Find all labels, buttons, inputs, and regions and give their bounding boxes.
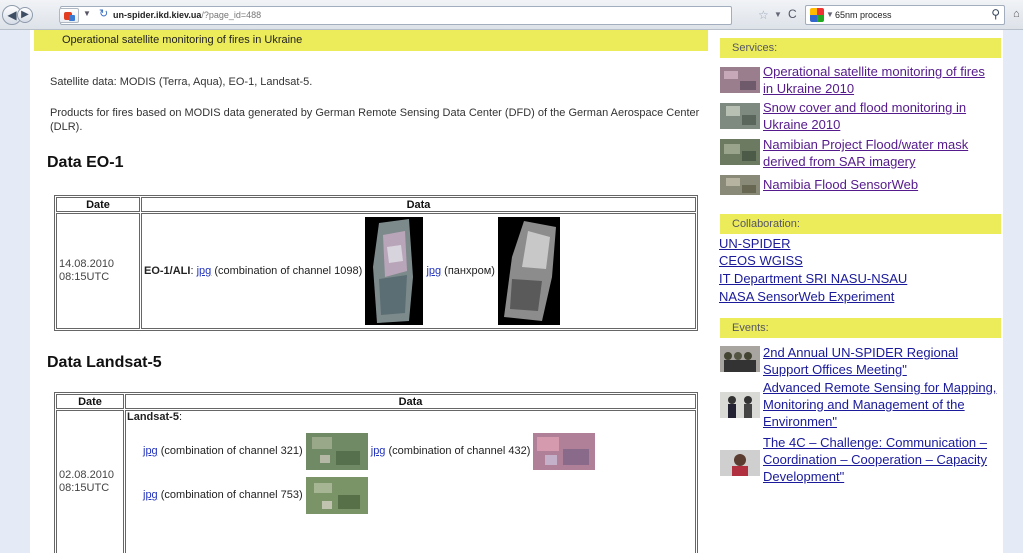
- search-input[interactable]: 65nm process: [835, 10, 892, 20]
- service-link-namibia-sar[interactable]: Namibian Project Flood/water mask derive…: [763, 136, 998, 170]
- event-remote-sensing-thumbnail[interactable]: [720, 392, 760, 418]
- event-link-4c-challenge[interactable]: The 4C – Challenge: Communication – Coor…: [763, 434, 1003, 485]
- time-value: 08:15UTC: [59, 482, 110, 494]
- search-engine-icon[interactable]: [810, 8, 824, 22]
- snow-thumbnail[interactable]: [720, 103, 760, 129]
- search-box[interactable]: ▼ 65nm process ⚲: [805, 5, 1005, 25]
- heading-eo1: Data EO-1: [47, 154, 124, 171]
- fires-thumbnail[interactable]: [720, 67, 760, 93]
- satellite-data-text: Satellite data: MODIS (Terra, Aqua), EO-…: [50, 76, 313, 88]
- site-identity-icon[interactable]: [59, 8, 79, 23]
- collab-link-unspider[interactable]: UN-SPIDER: [719, 235, 791, 252]
- channel-text: (combination of channel 753): [157, 489, 303, 501]
- collab-link-ceos[interactable]: CEOS WGISS: [719, 252, 803, 269]
- heading-landsat: Data Landsat-5: [47, 354, 162, 371]
- instrument-label: EO-1/ALI: [144, 264, 191, 277]
- products-text: Products for fires based on MODIS data g…: [50, 107, 700, 133]
- eo1-table: Date Data 14.08.2010 08:15UTC EO-1/ALI: …: [54, 195, 698, 331]
- url-host: un-spider.ikd.kiev.ua: [113, 10, 202, 20]
- browser-toolbar: ◀ ▶ ▼ ↻ un-spider.ikd.kiev.ua/?page_id=4…: [0, 0, 1023, 30]
- chevron-down-icon[interactable]: ▼: [774, 10, 782, 19]
- date-value: 02.08.2010: [59, 469, 115, 481]
- col-date-header: Date: [56, 197, 140, 212]
- col-data-header: Data: [141, 197, 696, 212]
- events-header: Events:: [720, 318, 1001, 338]
- redirect-icon: ↻: [99, 8, 109, 20]
- url-text[interactable]: un-spider.ikd.kiev.ua/?page_id=488: [113, 10, 261, 20]
- event-link-unspider-meeting[interactable]: 2nd Annual UN-SPIDER Regional Support Of…: [763, 344, 998, 378]
- services-header: Services:: [720, 38, 1001, 58]
- jpg-link[interactable]: jpg: [426, 265, 441, 277]
- service-link-namibia-flood[interactable]: Namibia Flood SensorWeb: [763, 176, 998, 193]
- date-value: 14.08.2010: [59, 258, 115, 270]
- landsat-753-image[interactable]: [305, 476, 368, 514]
- right-margin: [1003, 30, 1023, 553]
- reload-icon[interactable]: C: [788, 7, 797, 21]
- instrument-label: Landsat-5: [127, 411, 179, 423]
- event-meeting-thumbnail[interactable]: [720, 346, 760, 372]
- data-cell: EO-1/ALI: jpg (combination of channel 10…: [141, 213, 696, 329]
- col-data-header: Data: [125, 394, 696, 409]
- left-margin: [0, 30, 30, 553]
- address-bar[interactable]: ▼ ↻ un-spider.ikd.kiev.ua/?page_id=488: [59, 6, 732, 25]
- home-icon[interactable]: ⌂: [1013, 8, 1020, 20]
- channel-text: (combination of channel 321): [157, 445, 303, 457]
- eo1-color-image[interactable]: [365, 217, 424, 325]
- main-content: Operational satellite monitoring of fire…: [30, 30, 708, 553]
- jpg-link[interactable]: jpg: [143, 445, 158, 457]
- landsat-432-image[interactable]: [533, 432, 596, 470]
- bookmark-star-icon[interactable]: ☆: [758, 8, 769, 22]
- table-row: 14.08.2010 08:15UTC EO-1/ALI: jpg (combi…: [56, 213, 696, 329]
- col-date-header: Date: [56, 394, 124, 409]
- collab-link-nasa[interactable]: NASA SensorWeb Experiment: [719, 288, 894, 305]
- collab-link-it-dept[interactable]: IT Department SRI NASU-NSAU: [719, 270, 907, 287]
- eo1-pan-image[interactable]: [498, 217, 561, 325]
- date-cell: 02.08.2010 08:15UTC: [56, 410, 124, 553]
- chevron-down-icon[interactable]: ▼: [83, 9, 91, 18]
- jpg-link[interactable]: jpg: [143, 489, 158, 501]
- channel-text: (панхром): [441, 264, 495, 277]
- search-icon[interactable]: ⚲: [991, 7, 1000, 21]
- url-path: /?page_id=488: [201, 10, 262, 20]
- event-link-remote-sensing[interactable]: Advanced Remote Sensing for Mapping, Mon…: [763, 379, 998, 430]
- page-banner: Operational satellite monitoring of fire…: [34, 30, 708, 51]
- namibia-sar-thumbnail[interactable]: [720, 139, 760, 165]
- namibia-flood-thumbnail[interactable]: [720, 175, 760, 195]
- event-4c-thumbnail[interactable]: [720, 450, 760, 476]
- time-value: 08:15UTC: [59, 271, 110, 283]
- collaboration-header: Collaboration:: [720, 214, 1001, 234]
- forward-icon[interactable]: ▶: [17, 7, 33, 23]
- channel-text: (combination of channel 1098): [211, 264, 363, 277]
- table-row: 02.08.2010 08:15UTC Landsat-5: jpg (comb…: [56, 410, 696, 553]
- service-link-fires[interactable]: Operational satellite monitoring of fire…: [763, 63, 998, 97]
- data-cell: Landsat-5: jpg (combination of channel 3…: [125, 410, 696, 553]
- landsat-321-image[interactable]: [305, 432, 368, 470]
- landsat-table: Date Data 02.08.2010 08:15UTC Landsat-5:…: [54, 392, 698, 553]
- date-cell: 14.08.2010 08:15UTC: [56, 213, 140, 329]
- jpg-link[interactable]: jpg: [371, 445, 386, 457]
- chevron-down-icon[interactable]: ▼: [826, 10, 834, 19]
- jpg-link[interactable]: jpg: [197, 265, 212, 277]
- service-link-snow[interactable]: Snow cover and flood monitoring in Ukrai…: [763, 99, 998, 133]
- channel-text: (combination of channel 432): [385, 445, 531, 457]
